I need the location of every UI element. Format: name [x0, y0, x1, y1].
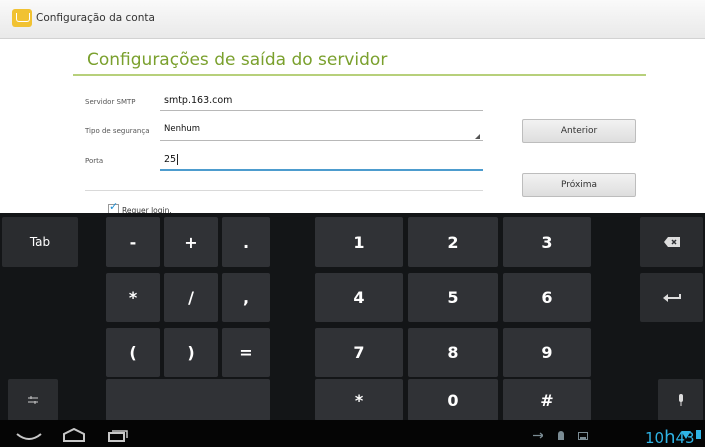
smtp-label: Servidor SMTP: [85, 98, 136, 106]
digit-key-1[interactable]: 1: [315, 217, 403, 267]
port-label: Porta: [85, 157, 104, 165]
slash-key[interactable]: /: [164, 273, 218, 322]
backspace-key[interactable]: [640, 217, 703, 267]
digit-key-2[interactable]: 2: [408, 217, 498, 267]
keyboard-settings-icon: [28, 396, 38, 404]
next-button[interactable]: Próxima: [522, 173, 636, 197]
digit-key-4[interactable]: 4: [315, 273, 403, 322]
text-caret: [177, 154, 178, 165]
plus-key[interactable]: +: [164, 217, 218, 267]
enter-key[interactable]: [640, 273, 703, 322]
open-paren-key[interactable]: (: [106, 328, 160, 377]
security-label: Tipo de segurança: [85, 127, 150, 135]
port-field-underline: [160, 169, 483, 171]
digit-key-8[interactable]: 8: [408, 328, 498, 377]
form-divider: [85, 190, 483, 191]
comma-key[interactable]: ,: [222, 273, 270, 322]
keyboard: Tab - + . 1 2 3 * / , 4 5 6 ( ) = 7 8 9 …: [0, 213, 705, 421]
home-icon[interactable]: [62, 428, 86, 442]
page-title: Configurações de saída do servidor: [87, 50, 388, 70]
back-icon[interactable]: [16, 430, 42, 442]
security-dropdown[interactable]: Nenhum: [164, 124, 200, 134]
usb-icon: [533, 432, 543, 439]
android-debug-icon: [558, 431, 564, 440]
digit-key-0[interactable]: 0: [408, 379, 498, 421]
minus-key[interactable]: -: [106, 217, 160, 267]
digit-key-3[interactable]: 3: [503, 217, 591, 267]
previous-button[interactable]: Anterior: [522, 119, 636, 143]
recent-apps-icon[interactable]: [108, 430, 128, 442]
clock-hours: 10: [645, 429, 665, 447]
backspace-icon: [663, 237, 680, 247]
digit-key-5[interactable]: 5: [408, 273, 498, 322]
heading-divider: [73, 74, 646, 76]
app-mail-icon: [12, 9, 32, 27]
clock-separator: h: [664, 427, 676, 448]
hash-key[interactable]: #: [503, 379, 591, 421]
tab-key[interactable]: Tab: [2, 217, 78, 267]
period-key[interactable]: .: [222, 217, 270, 267]
digit-key-6[interactable]: 6: [503, 273, 591, 322]
window-title: Configuração da conta: [36, 12, 155, 24]
screenshot-icon: [578, 432, 588, 440]
microphone-icon: [678, 394, 683, 406]
smtp-field[interactable]: smtp.163.com: [164, 95, 232, 106]
digit-key-7[interactable]: 7: [315, 328, 403, 377]
wifi-icon: [681, 431, 691, 439]
dropdown-arrow-icon[interactable]: [475, 134, 480, 139]
star-key[interactable]: *: [315, 379, 403, 421]
smtp-field-underline: [160, 110, 483, 111]
security-dropdown-underline: [160, 140, 483, 141]
keyboard-settings-key[interactable]: [8, 379, 58, 421]
voice-input-key[interactable]: [658, 379, 703, 421]
space-key[interactable]: [106, 379, 270, 421]
digit-key-9[interactable]: 9: [503, 328, 591, 377]
battery-icon: [696, 430, 701, 439]
port-field[interactable]: 25: [164, 154, 176, 165]
enter-icon: [662, 293, 681, 302]
close-paren-key[interactable]: ): [164, 328, 218, 377]
title-bar: Configuração da conta: [0, 0, 705, 39]
equals-key[interactable]: =: [222, 328, 270, 377]
system-bar: [0, 420, 705, 447]
asterisk-key[interactable]: *: [106, 273, 160, 322]
